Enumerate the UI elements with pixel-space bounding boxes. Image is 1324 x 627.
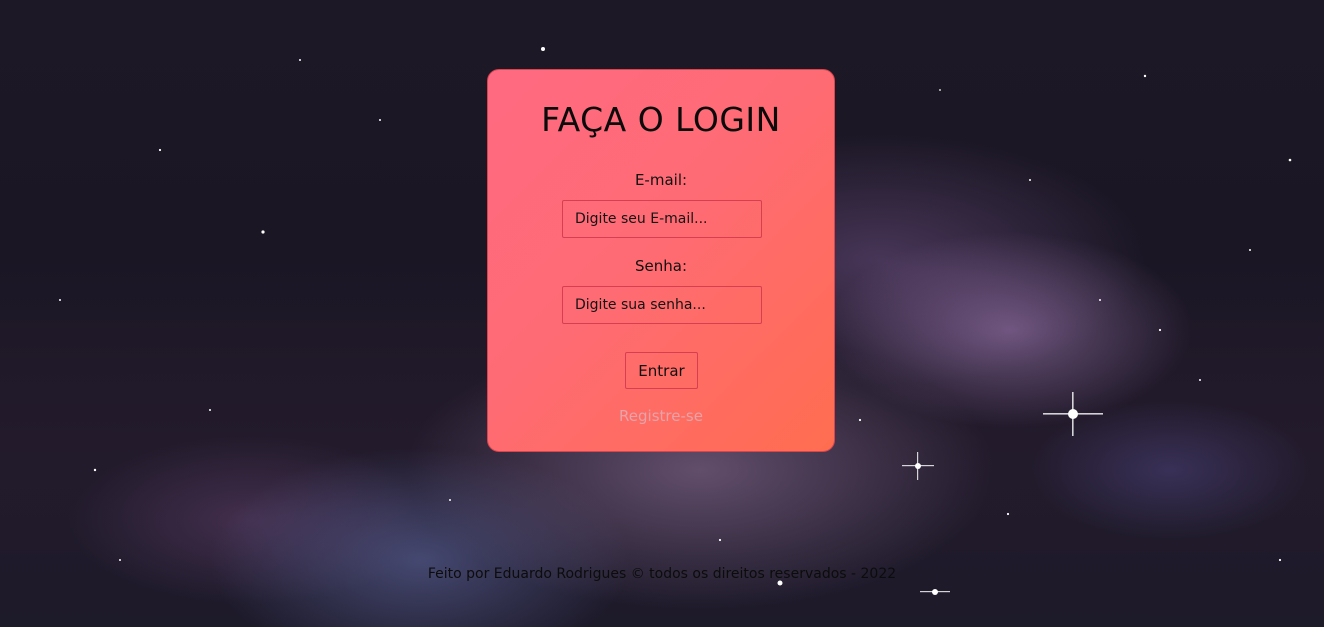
login-title: FAÇA O LOGIN — [541, 100, 781, 139]
email-label: E-mail: — [634, 171, 688, 189]
register-link[interactable]: Registre-se — [488, 407, 834, 425]
email-input[interactable] — [562, 200, 762, 238]
page-background: FAÇA O LOGIN E-mail: Senha: Entrar Regis… — [0, 0, 1324, 627]
login-card: FAÇA O LOGIN E-mail: Senha: Entrar Regis… — [487, 69, 835, 452]
password-label: Senha: — [634, 257, 687, 275]
footer-credits: Feito por Eduardo Rodrigues © todos os d… — [427, 566, 897, 582]
login-submit-button[interactable]: Entrar — [625, 352, 698, 389]
password-input[interactable] — [562, 286, 762, 324]
